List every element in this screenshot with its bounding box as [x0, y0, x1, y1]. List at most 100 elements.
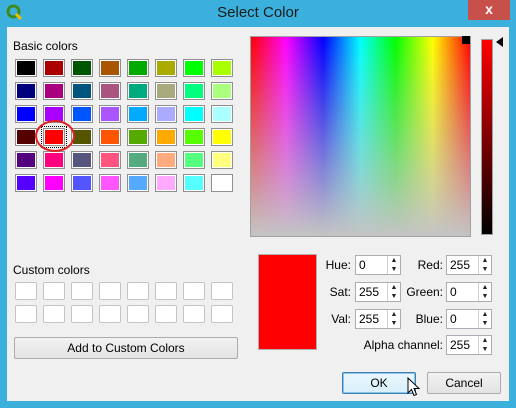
basic-color-swatch[interactable]	[211, 151, 233, 169]
sat-up-icon[interactable]: ▲	[388, 283, 400, 292]
hue-down-icon[interactable]: ▼	[388, 265, 400, 274]
basic-color-swatch[interactable]	[211, 128, 233, 146]
basic-color-swatch[interactable]	[15, 151, 37, 169]
basic-color-swatch[interactable]	[127, 174, 149, 192]
basic-color-swatch[interactable]	[15, 105, 37, 123]
alpha-down-icon[interactable]: ▼	[479, 345, 491, 354]
basic-color-swatch[interactable]	[183, 128, 205, 146]
basic-color-swatch[interactable]	[71, 151, 93, 169]
custom-color-slot[interactable]	[43, 305, 65, 323]
hue-up-icon[interactable]: ▲	[388, 256, 400, 265]
green-down-icon[interactable]: ▼	[479, 292, 491, 301]
basic-color-swatch[interactable]	[155, 128, 177, 146]
basic-color-swatch[interactable]	[43, 59, 65, 77]
custom-color-slot[interactable]	[43, 282, 65, 300]
alpha-spinbox[interactable]: ▲▼	[446, 335, 492, 355]
basic-color-swatch[interactable]	[155, 105, 177, 123]
custom-color-slot[interactable]	[15, 282, 37, 300]
basic-color-swatch[interactable]	[15, 174, 37, 192]
select-color-dialog: Select Color x Basic colors Custom color…	[0, 0, 516, 408]
basic-color-swatch[interactable]	[183, 151, 205, 169]
custom-color-slot[interactable]	[71, 305, 93, 323]
cancel-button[interactable]: Cancel	[427, 372, 501, 394]
custom-color-slot[interactable]	[155, 282, 177, 300]
val-up-icon[interactable]: ▲	[388, 310, 400, 319]
basic-color-swatch[interactable]	[99, 105, 121, 123]
basic-color-swatch[interactable]	[99, 128, 121, 146]
basic-color-swatch[interactable]	[71, 82, 93, 100]
basic-color-swatch[interactable]	[211, 105, 233, 123]
val-spinbox[interactable]: ▲▼	[355, 309, 401, 329]
mouse-cursor-icon	[407, 377, 421, 397]
add-custom-colors-button[interactable]: Add to Custom Colors	[14, 337, 238, 359]
basic-color-swatch[interactable]	[15, 59, 37, 77]
ok-button[interactable]: OK	[342, 372, 416, 394]
basic-color-swatch[interactable]	[127, 59, 149, 77]
basic-color-swatch[interactable]	[127, 151, 149, 169]
basic-color-swatch[interactable]	[99, 151, 121, 169]
basic-color-swatch[interactable]	[155, 82, 177, 100]
basic-color-swatch[interactable]	[211, 174, 233, 192]
sat-down-icon[interactable]: ▼	[388, 292, 400, 301]
basic-color-swatch[interactable]	[127, 105, 149, 123]
red-spinbox[interactable]: ▲▼	[446, 255, 492, 275]
blue-down-icon[interactable]: ▼	[479, 319, 491, 328]
custom-colors-label: Custom colors	[13, 263, 90, 277]
custom-color-slot[interactable]	[99, 282, 121, 300]
basic-color-swatch[interactable]	[99, 59, 121, 77]
basic-color-swatch[interactable]	[155, 151, 177, 169]
green-spinbox[interactable]: ▲▼	[446, 282, 492, 302]
custom-color-slot[interactable]	[183, 282, 205, 300]
basic-color-swatch[interactable]	[15, 128, 37, 146]
red-down-icon[interactable]: ▼	[479, 265, 491, 274]
custom-color-slot[interactable]	[211, 305, 233, 323]
basic-color-swatch[interactable]	[183, 174, 205, 192]
custom-color-slot[interactable]	[155, 305, 177, 323]
basic-color-swatch[interactable]	[211, 59, 233, 77]
green-label: Green:	[406, 285, 443, 299]
alpha-up-icon[interactable]: ▲	[479, 336, 491, 345]
basic-color-swatch[interactable]	[43, 174, 65, 192]
basic-color-swatch[interactable]	[71, 105, 93, 123]
custom-color-slot[interactable]	[99, 305, 121, 323]
hue-label: Hue:	[325, 258, 351, 272]
sat-spinbox[interactable]: ▲▼	[355, 282, 401, 302]
title-bar[interactable]: Select Color x	[0, 0, 516, 26]
custom-color-slot[interactable]	[71, 282, 93, 300]
green-up-icon[interactable]: ▲	[479, 283, 491, 292]
hue-spinbox[interactable]: ▲▼	[355, 255, 401, 275]
blue-spinbox[interactable]: ▲▼	[446, 309, 492, 329]
custom-color-slot[interactable]	[127, 282, 149, 300]
custom-color-slot[interactable]	[127, 305, 149, 323]
basic-color-swatch[interactable]	[43, 151, 65, 169]
custom-color-slot[interactable]	[183, 305, 205, 323]
spectrum-crosshair	[462, 36, 470, 44]
luminance-slider[interactable]	[481, 39, 493, 235]
val-down-icon[interactable]: ▼	[388, 319, 400, 328]
basic-color-swatch[interactable]	[127, 82, 149, 100]
basic-color-swatch[interactable]	[155, 59, 177, 77]
color-preview	[258, 254, 317, 350]
basic-color-swatch[interactable]	[155, 174, 177, 192]
custom-colors-grid	[15, 282, 233, 323]
custom-color-slot[interactable]	[211, 282, 233, 300]
luminance-arrow-icon[interactable]	[496, 37, 503, 47]
red-up-icon[interactable]: ▲	[479, 256, 491, 265]
blue-up-icon[interactable]: ▲	[479, 310, 491, 319]
basic-color-swatch[interactable]	[71, 174, 93, 192]
basic-color-swatch[interactable]	[71, 59, 93, 77]
blue-label: Blue:	[415, 312, 443, 326]
basic-color-swatch[interactable]	[183, 82, 205, 100]
close-button[interactable]: x	[468, 0, 510, 20]
basic-color-swatch[interactable]	[127, 128, 149, 146]
basic-color-swatch[interactable]	[99, 174, 121, 192]
basic-color-swatch[interactable]	[183, 59, 205, 77]
basic-color-swatch[interactable]	[211, 82, 233, 100]
basic-color-swatch[interactable]	[99, 82, 121, 100]
basic-color-swatch[interactable]	[43, 82, 65, 100]
color-spectrum[interactable]	[250, 36, 471, 237]
basic-color-swatch[interactable]	[15, 82, 37, 100]
window-title: Select Color	[217, 4, 299, 21]
basic-color-swatch[interactable]	[183, 105, 205, 123]
custom-color-slot[interactable]	[15, 305, 37, 323]
